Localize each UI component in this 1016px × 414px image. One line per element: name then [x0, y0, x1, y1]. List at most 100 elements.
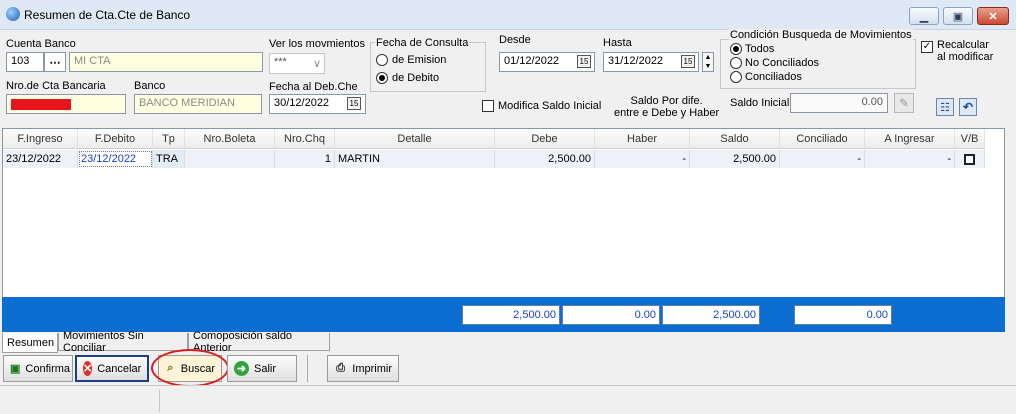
ver-mov-select[interactable]: *** ∨	[269, 53, 325, 74]
status-panel	[0, 390, 160, 412]
fecha-debito-radio[interactable]: de Debito	[376, 72, 439, 84]
imprimir-label: Imprimir	[352, 362, 392, 375]
col-conciliado[interactable]: Conciliado	[780, 129, 865, 149]
fecha-deb-che-value: 30/12/2022	[274, 97, 330, 109]
edit-saldo-icon[interactable]: ✎	[894, 93, 914, 113]
minimize-icon: ▁	[919, 10, 929, 23]
cond-conciliados-radio[interactable]: Conciliados	[730, 71, 802, 83]
recalcular-line1: Recalcular	[937, 39, 989, 51]
radio-icon	[730, 57, 742, 69]
minimize-button[interactable]: ▁	[909, 7, 939, 25]
col-nro-boleta[interactable]: Nro.Boleta	[185, 129, 275, 149]
saldo-dife-line2: entre e Debe y Haber	[614, 107, 720, 119]
radio-selected-icon	[376, 72, 388, 84]
window-title: Resumen de Cta.Cte de Banco	[24, 8, 191, 22]
cuenta-banco-label: Cuenta Banco	[6, 38, 76, 50]
salir-button[interactable]: ➜ Salir	[227, 355, 297, 382]
exit-icon: ➜	[234, 361, 249, 376]
hasta-value: 31/12/2022	[608, 55, 664, 67]
col-vb[interactable]: V/B	[955, 129, 985, 149]
banco-field: BANCO MERIDIAN	[134, 94, 262, 114]
modifica-saldo-label: Modifica Saldo Inicial	[498, 100, 602, 112]
cond-todos-radio[interactable]: Todos	[730, 43, 774, 55]
hasta-label: Hasta	[603, 37, 632, 49]
buscar-label: Buscar	[180, 362, 215, 375]
fecha-emision-label: de Emision	[392, 54, 447, 66]
saldo-inicial-field[interactable]: 0.00	[790, 93, 888, 113]
col-debe[interactable]: Debe	[495, 129, 595, 149]
total-debe: 2,500.00	[462, 305, 560, 325]
status-bar	[0, 385, 1016, 414]
col-f-debito[interactable]: F.Debito	[78, 129, 153, 149]
cell-f-ingreso[interactable]: 23/12/2022	[3, 150, 78, 168]
col-nro-chq[interactable]: Nro.Chq	[275, 129, 335, 149]
checkbox-checked-icon: ✓	[921, 41, 933, 53]
col-haber[interactable]: Haber	[595, 129, 690, 149]
cond-no-conciliados-radio[interactable]: No Conciliados	[730, 57, 819, 69]
buscar-button[interactable]: ⌕ Buscar	[158, 355, 222, 382]
cell-conciliado[interactable]: -	[780, 150, 865, 168]
cell-haber[interactable]: -	[595, 150, 690, 168]
calendar-icon[interactable]: 15	[347, 97, 361, 110]
tab-movimientos-sin-conciliar[interactable]: Movimientos Sin Conciliar	[58, 330, 188, 354]
close-button[interactable]: ✕	[977, 7, 1009, 25]
banco-label: Banco	[134, 80, 166, 92]
cell-detalle[interactable]: MARTIN	[335, 150, 495, 168]
maximize-icon: ▣	[952, 10, 964, 23]
salir-label: Salir	[254, 362, 277, 375]
fecha-emision-radio[interactable]: de Emision	[376, 54, 446, 66]
cuenta-code-field[interactable]: 103	[6, 52, 44, 72]
calendar-icon[interactable]: 15	[681, 55, 695, 68]
checkbox-icon	[482, 100, 494, 112]
col-saldo[interactable]: Saldo	[690, 129, 780, 149]
cell-vb[interactable]	[955, 150, 985, 168]
spin-up-icon: ▲	[704, 54, 712, 61]
recalcular-line2: al modificar	[937, 51, 994, 63]
tab-resumen[interactable]: Resumen	[2, 333, 58, 353]
tree-view-icon[interactable]: ☷	[936, 98, 954, 116]
cell-debe[interactable]: 2,500.00	[495, 150, 595, 168]
hasta-spinner[interactable]: ▲ ▼	[702, 52, 714, 72]
cancelar-button[interactable]: ✕ Cancelar	[75, 355, 149, 382]
checkbox-icon[interactable]	[964, 153, 975, 165]
nro-cta-field	[6, 94, 126, 114]
radio-icon	[730, 71, 742, 83]
cuenta-name-field: MI CTA	[69, 52, 263, 72]
ver-mov-label: Ver los movmientos	[269, 38, 365, 50]
cell-nro-boleta[interactable]	[185, 150, 275, 168]
cell-f-debito[interactable]: 23/12/2022	[78, 150, 153, 168]
tab-composicion-saldo[interactable]: Comoposición saldo Anterior	[188, 330, 330, 354]
cancel-icon: ✕	[83, 361, 93, 376]
app-icon	[6, 7, 20, 21]
cell-tp[interactable]: TRA	[153, 150, 185, 168]
cuenta-lookup-button[interactable]: ⋯	[44, 52, 66, 72]
cell-saldo[interactable]: 2,500.00	[690, 150, 780, 168]
modifica-saldo-checkbox[interactable]: Modifica Saldo Inicial	[482, 100, 601, 112]
imprimir-button[interactable]: ⎙ Imprimir	[327, 355, 399, 382]
confirma-label: Confirma	[25, 362, 71, 375]
saldo-inicial-label: Saldo Inicial	[730, 97, 790, 109]
cond-todos-label: Todos	[745, 43, 775, 55]
recalcular-checkbox[interactable]: ✓ Recalcular al modificar	[921, 39, 993, 63]
calendar-icon[interactable]: 15	[577, 55, 591, 68]
col-a-ingresar[interactable]: A Ingresar	[865, 129, 955, 149]
cell-nro-chq[interactable]: 1	[275, 150, 335, 168]
confirma-button[interactable]: ▣ Confirma	[3, 355, 73, 382]
condicion-label: Condición Busqueda de Movimientos	[729, 29, 913, 41]
desde-label: Desde	[499, 34, 531, 46]
total-haber: 0.00	[562, 305, 660, 325]
col-tp[interactable]: Tp	[153, 129, 185, 149]
movements-grid[interactable]: F.Ingreso F.Debito Tp Nro.Boleta Nro.Chq…	[2, 128, 1005, 298]
cond-conciliados-label: Conciliados	[745, 71, 802, 83]
cell-a-ingresar[interactable]: -	[865, 150, 955, 168]
total-saldo: 2,500.00	[662, 305, 760, 325]
ver-mov-value: ***	[274, 56, 287, 68]
save-icon: ▣	[10, 363, 21, 375]
redacted-block	[11, 99, 71, 110]
undo-icon[interactable]: ↶	[959, 98, 977, 116]
col-detalle[interactable]: Detalle	[335, 129, 495, 149]
toolbar-divider	[307, 355, 308, 382]
col-f-ingreso[interactable]: F.Ingreso	[3, 129, 78, 149]
radio-icon	[376, 54, 388, 66]
maximize-button[interactable]: ▣	[943, 7, 973, 25]
